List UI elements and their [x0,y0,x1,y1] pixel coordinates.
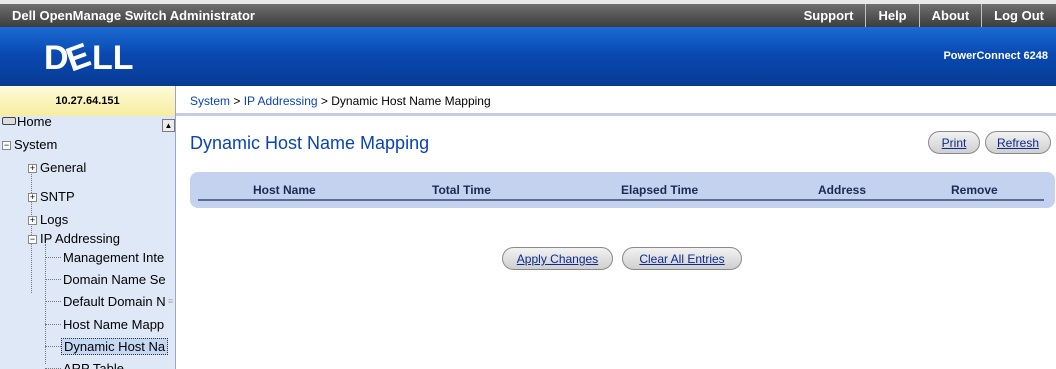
column-elapsed-time: Elapsed Time [621,183,699,197]
sidebar-item-label: Management Inte [63,250,165,265]
svg-text:LL: LL [92,39,134,77]
sidebar-tree: Home − System + General + SNTP + Logs − IP Ad… [0,116,176,369]
tree-connector [45,324,61,325]
breadcrumb-system[interactable]: System [190,94,230,108]
sidebar-item-label: Logs [40,212,69,227]
logout-link[interactable]: Log Out [981,4,1056,27]
sidebar-item-ip-addressing[interactable]: − IP Addressing [28,231,120,246]
sidebar-item-general[interactable]: + General [28,160,86,175]
table-divider [198,199,1044,201]
product-name: PowerConnect 6248 [943,50,1048,62]
sidebar-item-sntp[interactable]: + SNTP [28,189,75,204]
tree-connector [45,279,61,280]
breadcrumb-current: Dynamic Host Name Mapping [331,94,491,108]
print-button[interactable]: Print [928,131,980,154]
sidebar-item-dynamic-host-name-mapping[interactable]: Dynamic Host Na [61,338,169,355]
table-header: Host Name Total Time Elapsed Time Addres… [190,172,1055,208]
sidebar-item-label: General [40,160,87,175]
sidebar-item-home[interactable]: Home [2,116,52,129]
scroll-grip-icon[interactable]: ≡ [168,296,173,306]
column-remove: Remove [951,183,998,197]
top-bar: Dell OpenManage Switch Administrator Sup… [0,0,1056,27]
apply-changes-button[interactable]: Apply Changes [502,247,613,270]
collapse-icon[interactable]: − [28,235,37,244]
column-host-name: Host Name [253,183,316,197]
sidebar-item-arp-table[interactable]: ARP Table [63,361,124,369]
tree-connector [45,346,61,347]
refresh-button[interactable]: Refresh [985,131,1051,154]
page-title: Dynamic Host Name Mapping [190,133,430,153]
sidebar-item-domain-name-server[interactable]: Domain Name Se [63,272,166,287]
top-links: Support Help About Log Out [792,4,1056,27]
breadcrumb-separator: > [320,94,328,108]
expand-icon[interactable]: + [28,164,37,173]
device-ip: 10.27.64.151 [0,86,176,116]
expand-icon[interactable]: + [28,193,37,202]
sidebar-item-label: Dynamic Host Na [64,339,166,354]
sidebar-item-label: SNTP [40,189,75,204]
sidebar-item-label: Host Name Mapp [63,317,165,332]
sidebar-item-label: Home [17,116,52,129]
sidebar-item-label: System [14,137,58,152]
breadcrumb-ip-addressing[interactable]: IP Addressing [244,94,318,108]
sidebar-item-host-name-mapping[interactable]: Host Name Mapp [63,317,164,332]
expand-icon[interactable]: + [28,216,37,225]
banner: D E LL PowerConnect 6248 [0,27,1056,86]
tree-connector [45,257,61,258]
app-title: Dell OpenManage Switch Administrator [12,8,255,23]
breadcrumb: System > IP Addressing > Dynamic Host Na… [176,86,1056,116]
tree-connector [45,301,61,302]
sidebar-item-label: Default Domain N [63,294,166,309]
drive-icon [2,117,16,125]
column-total-time: Total Time [432,183,491,197]
sidebar-item-label: IP Addressing [40,231,120,246]
about-link[interactable]: About [918,4,982,27]
dell-logo: D E LL [44,36,134,79]
breadcrumb-separator: > [233,94,241,108]
sidebar-item-label: ARP Table [63,361,124,369]
scroll-up-icon[interactable]: ▲ [162,119,175,132]
collapse-icon[interactable]: − [2,141,11,150]
sidebar-item-logs[interactable]: + Logs [28,212,68,227]
sidebar-item-label: Domain Name Se [63,272,166,287]
help-link[interactable]: Help [865,4,918,27]
column-address: Address [818,183,867,197]
clear-all-entries-button[interactable]: Clear All Entries [622,247,742,270]
sidebar-item-system[interactable]: − System [2,137,57,152]
support-link[interactable]: Support [792,4,866,27]
sidebar-item-default-domain-name[interactable]: Default Domain N [63,294,166,309]
sidebar-item-management-interface[interactable]: Management Inte [63,250,164,265]
